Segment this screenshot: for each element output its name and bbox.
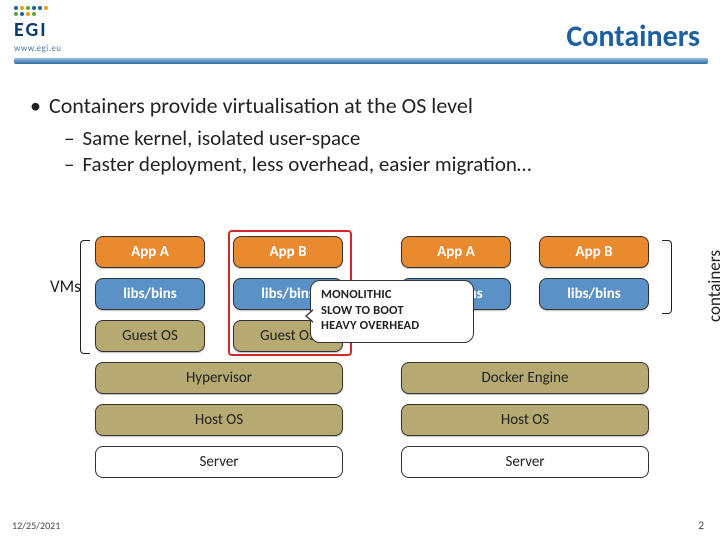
right-brace-icon [662,240,672,314]
ct-app-box: App A [401,236,511,268]
ct-apps-row: App A App B [401,236,649,268]
header: EGI www.egi.eu Containers [0,0,720,74]
hypervisor-box: Hypervisor [95,362,343,394]
callout-line: HEAVY OVERHEAD [321,318,463,334]
architecture-diagram: VMs containers App A App B libs/bins lib… [0,230,720,504]
vm-guestos-box: Guest OS [95,320,205,352]
logo-subtext: www.egi.eu [14,43,61,54]
container-stack: App A App B libs/bins libs/bins Docker E… [400,236,650,478]
header-divider [14,58,708,64]
vm-libs-row: libs/bins libs/bins [95,278,343,310]
docker-engine-box: Docker Engine [401,362,649,394]
vm-stack: App A App B libs/bins libs/bins Guest OS… [94,236,344,478]
containers-label: containers [704,250,720,322]
bullet-text: Containers provide virtualisation at the… [49,92,473,119]
logo-dots-icon [14,6,48,16]
vm-guest-row: Guest OS Guest OS [95,320,343,352]
slide: EGI www.egi.eu Containers Containers pro… [0,0,720,540]
vm-app-box: App A [95,236,205,268]
page-title: Containers [566,18,700,55]
bullet-dash-icon [64,151,74,177]
host-os-box: Host OS [401,404,649,436]
bullet-level2-group: Same kernel, isolated user-space Faster … [64,125,696,177]
footer-date: 12/25/2021 [12,519,60,532]
footer-page-number: 2 [698,519,704,532]
vms-label: VMs [50,276,81,297]
callout-line: MONOLITHIC [321,287,463,303]
egi-logo: EGI www.egi.eu [14,6,61,54]
server-box: Server [95,446,343,478]
ct-libs-box: libs/bins [539,278,649,310]
bullet-text: Faster deployment, less overhead, easier… [82,151,531,177]
vm-libs-box: libs/bins [95,278,205,310]
server-box: Server [401,446,649,478]
vm-apps-row: App A App B [95,236,343,268]
vm-app-box: App B [233,236,343,268]
bullet-level2: Faster deployment, less overhead, easier… [64,151,696,177]
bullet-dot-icon [30,92,41,119]
bullet-list: Containers provide virtualisation at the… [30,92,696,177]
bullet-dash-icon [64,125,74,151]
left-brace-icon [80,240,90,354]
host-os-box: Host OS [95,404,343,436]
ct-app-box: App B [539,236,649,268]
logo-text: EGI [14,18,61,42]
bullet-text: Same kernel, isolated user-space [82,125,360,151]
bullet-level1: Containers provide virtualisation at the… [30,92,696,119]
vm-callout: MONOLITHIC SLOW TO BOOT HEAVY OVERHEAD [310,280,474,343]
callout-line: SLOW TO BOOT [321,303,463,319]
bullet-level2: Same kernel, isolated user-space [64,125,696,151]
